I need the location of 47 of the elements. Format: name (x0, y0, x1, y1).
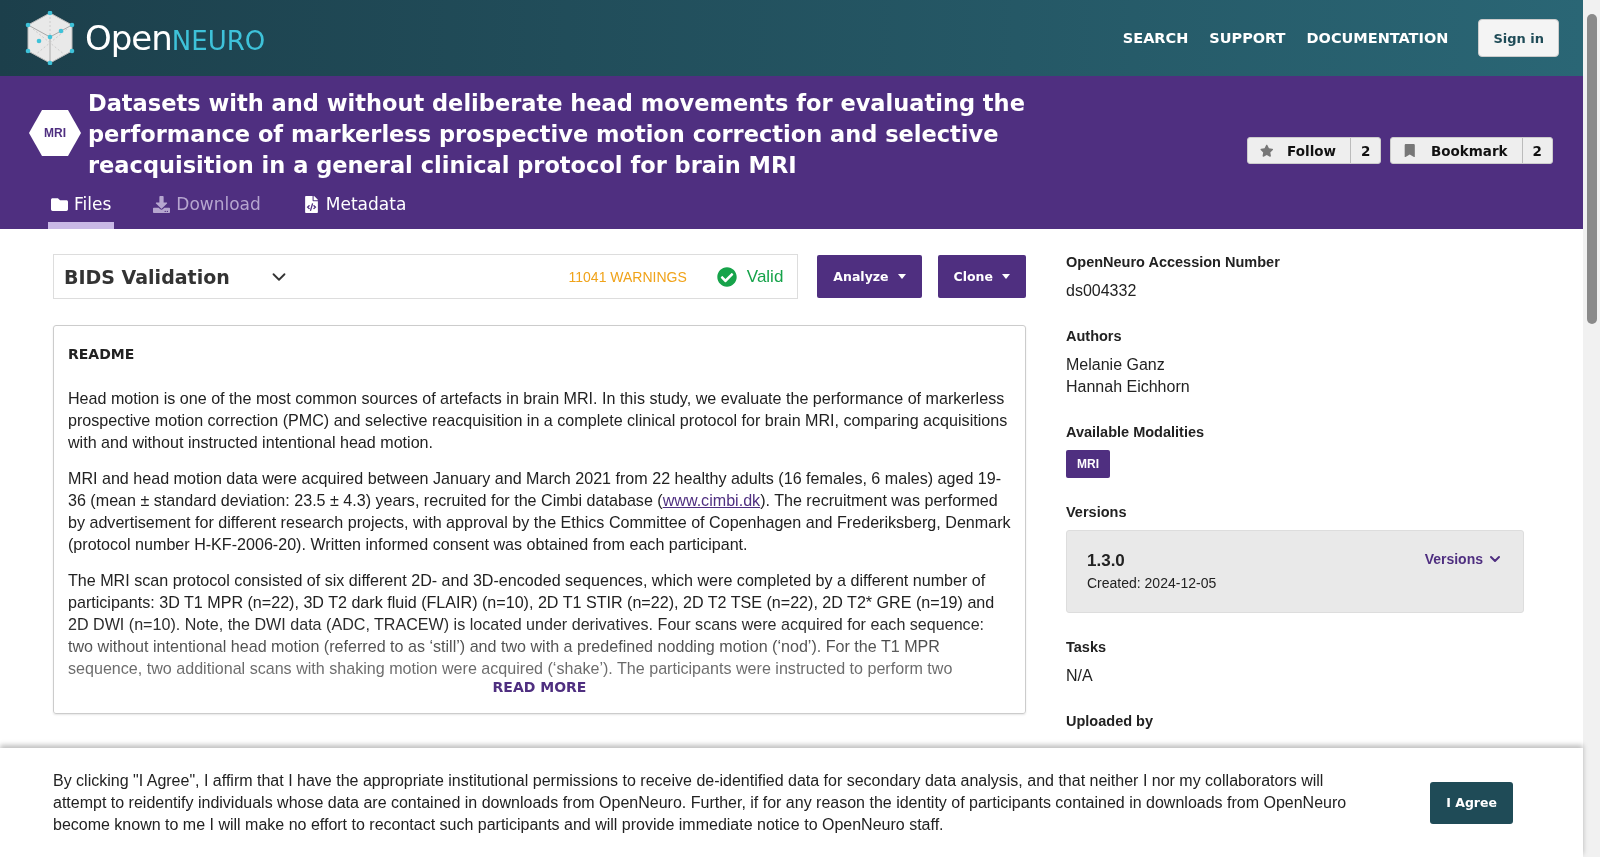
nav-link[interactable]: SEARCH (1122, 30, 1189, 46)
cube-logo-icon (25, 11, 75, 65)
versions-dropdown[interactable]: Versions (1424, 551, 1503, 567)
link[interactable]: www.cimbi.dk (662, 491, 761, 509)
created-date: Created: 2024-12-05 (1087, 575, 1217, 591)
validation-title: BIDS Validation (64, 265, 230, 288)
readme-paragraph: MRI and head motion data were acquired between January and March 2021 from 22 healthy adults (16 females, 6 males) aged 19-36 (mean ± standard deviation: 23.5 ± 4.3) years, recruited for the Cimbi database (www.cimbi.dk). The recruitment was performed by advertisement for different research projects, with approval by the Ethics Committee of Copenhagen and Frederiksberg, Denmark (protocol number H-KF-2006-20). Written informed consent was obtained from each participant. (68, 468, 1011, 555)
section-value: N/A (1066, 666, 1094, 686)
follow-button[interactable]: Follow 2 (1246, 137, 1382, 164)
section-label: OpenNeuro Accession Number (1066, 254, 1281, 270)
caret-icon (1002, 274, 1010, 279)
readme-paragraph: The MRI scan protocol consisted of six different 2D- and 3D-encoded sequences, which were completed by a different number of participants: 3D T1 MPR (n=22), 3D T2 dark fluid (FLAIR) (n=10), 2D T1 STIR (n=22), 2D T2 TSE (n=22), 2D T2* GRE (n=19) and 2D DWI (n=10). Note, the DWI data (ADC, TRACEW) is located under derivatives. Four scans were acquired for each sequence: two without intentional head motion (referred to as ‘still’) and two with a predefined nodding motion (‘nod’). For the T1 MPR sequence, two additional scans with shaking motion were acquired (‘shake’). The participants were instructed to perform two (68, 570, 996, 679)
valid-status: Valid (746, 266, 784, 287)
star-icon (1259, 143, 1274, 158)
scrollbar[interactable] (1583, 0, 1600, 857)
readme-paragraph: Head motion is one of the most common sources of artefacts in brain MRI. In this study, we evaluate the performance of markerless prospective motion correction (PMC) and selective reacquisition in a complete clinical protocol for brain MRI, comparing acquisitions with and without instructed intentional head motion. (68, 388, 1009, 453)
section-value: ds004332 (1066, 281, 1138, 301)
download-icon (153, 195, 171, 213)
section-label: Versions (1066, 504, 1128, 520)
code-file-icon (302, 195, 320, 213)
section-label: Tasks (1066, 639, 1108, 655)
modality-tag: MRI (1066, 450, 1110, 478)
section-value: Melanie Ganz Hannah Eichhorn (1066, 355, 1191, 397)
nav-link[interactable]: DOCUMENTATION (1306, 30, 1449, 46)
tab[interactable]: Files (48, 194, 115, 229)
version-number: 1.3.0 (1087, 551, 1126, 571)
agree-button[interactable]: I Agree (1430, 781, 1513, 824)
clone-button[interactable]: Clone (937, 255, 1026, 298)
consent-text: By clicking "I Agree", I affirm that I have the appropriate institutional permissions to receive de-identified data for secondary data analysis, and that neither I nor my collaborators will attempt to reidentify individuals whose data are contained in downloads from OpenNeuro. Further, if for any reason the identity of participants contained in downloads from OpenNeuro become known to me I will make no effort to recontact such participants and will provide immediate notice to OpenNeuro staff. (53, 770, 1348, 835)
sign-in-button[interactable]: Sign in (1478, 19, 1559, 57)
section-label: Uploaded by (1066, 713, 1154, 729)
section-label: Authors (1066, 328, 1123, 344)
tab[interactable]: Metadata (299, 194, 410, 229)
validation-bar[interactable]: BIDS Validation 11041 WARNINGS Valid (53, 254, 799, 299)
analyze-button[interactable]: Analyze (817, 255, 922, 298)
warnings-count: 11041 WARNINGS (568, 268, 687, 285)
readme-heading: README (68, 346, 136, 362)
bookmark-button[interactable]: Bookmark 2 (1390, 137, 1553, 164)
folder-icon (51, 195, 68, 213)
bookmark-icon (1403, 143, 1417, 158)
check-icon (716, 266, 737, 287)
logo-text[interactable]: OpenNEURO (85, 18, 266, 58)
read-more-button[interactable]: READ MORE (492, 679, 587, 695)
dataset-title: Datasets with and without deliberate head movements for evaluating the performance of markerless prospective motion correction and selective reacquisition in a general clinical protocol for brain MRI (88, 89, 1026, 180)
caret-icon (897, 274, 906, 279)
nav-link[interactable]: SUPPORT (1209, 30, 1286, 46)
section-label: Available Modalities (1066, 424, 1206, 440)
